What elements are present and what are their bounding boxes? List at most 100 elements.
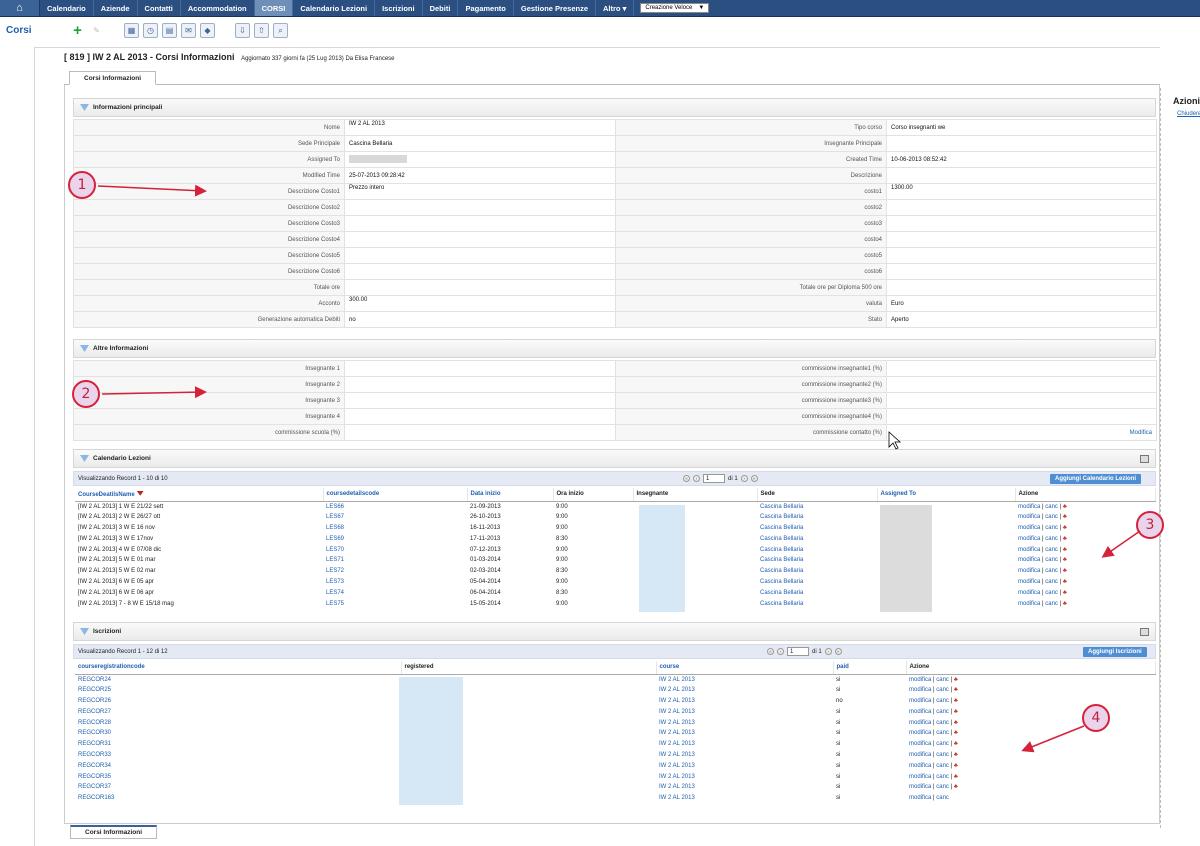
- field-value[interactable]: 300.00: [344, 295, 616, 312]
- edit-link[interactable]: modifica: [1018, 536, 1040, 542]
- enrollments-header[interactable]: Iscrizioni: [73, 622, 1156, 641]
- field-value[interactable]: [886, 199, 1157, 216]
- lessons-header[interactable]: Calendario Lezioni: [73, 449, 1156, 468]
- other-info-header[interactable]: Altre Informazioni: [73, 339, 1156, 358]
- delete-link[interactable]: canc: [1045, 579, 1058, 585]
- page-input[interactable]: 1: [787, 647, 809, 656]
- nav-item-altro[interactable]: Altro ▾: [596, 0, 635, 16]
- field-value[interactable]: [344, 424, 616, 441]
- delete-link[interactable]: canc: [936, 774, 949, 780]
- trash-icon[interactable]: ♣: [1063, 504, 1067, 510]
- nav-item-gestione-presenze[interactable]: Gestione Presenze: [514, 0, 596, 16]
- registration-code-link[interactable]: REGCOR27: [75, 706, 401, 717]
- field-value[interactable]: [886, 392, 1157, 409]
- home-icon[interactable]: ⌂: [0, 0, 40, 16]
- trash-icon[interactable]: ♣: [954, 730, 958, 736]
- nav-item-corsi[interactable]: CORSI: [254, 0, 294, 16]
- lesson-venue-link[interactable]: Cascina Bellaria: [757, 598, 877, 609]
- column-header[interactable]: coursedetailscode: [323, 488, 468, 502]
- trash-icon[interactable]: ♣: [954, 698, 958, 704]
- course-link[interactable]: IW 2 AL 2013: [656, 696, 833, 707]
- nav-item-calendario-lezioni[interactable]: Calendario Lezioni: [293, 0, 376, 16]
- trash-icon[interactable]: ♣: [1063, 557, 1067, 563]
- trash-icon[interactable]: ♣: [954, 763, 958, 769]
- edit-link[interactable]: modifica: [909, 709, 931, 715]
- lesson-code-link[interactable]: LES75: [323, 598, 467, 609]
- calendar-icon[interactable]: ▦: [124, 23, 139, 38]
- edit-link[interactable]: modifica: [909, 741, 931, 747]
- edit-link[interactable]: modifica: [909, 720, 931, 726]
- delete-link[interactable]: canc: [936, 709, 949, 715]
- delete-link[interactable]: canc: [1045, 601, 1058, 607]
- nav-item-accommodation[interactable]: Accommodation: [181, 0, 255, 16]
- field-value[interactable]: [886, 247, 1157, 264]
- registration-code-link[interactable]: REGCOR24: [75, 674, 401, 685]
- trash-icon[interactable]: ♣: [1063, 514, 1067, 520]
- field-value[interactable]: [344, 263, 616, 280]
- find-duplicates-icon[interactable]: ⌕: [273, 23, 288, 38]
- main-info-header[interactable]: Informazioni principali: [73, 98, 1156, 117]
- delete-link[interactable]: canc: [936, 687, 949, 693]
- field-value[interactable]: 25-07-2013 09:28:42: [344, 167, 616, 184]
- add-lesson-button[interactable]: Aggiungi Calendario Lezioni: [1050, 474, 1141, 484]
- nav-item-pagamento[interactable]: Pagamento: [458, 0, 514, 16]
- last-page-icon[interactable]: »: [834, 648, 842, 655]
- edit-link[interactable]: modifica: [1018, 568, 1040, 574]
- trash-icon[interactable]: ♣: [1063, 590, 1067, 596]
- edit-link[interactable]: modifica: [909, 763, 931, 769]
- delete-link[interactable]: canc: [1045, 568, 1058, 574]
- course-link[interactable]: IW 2 AL 2013: [656, 793, 833, 804]
- field-value[interactable]: [886, 167, 1157, 184]
- registration-code-link[interactable]: REGCOR35: [75, 771, 401, 782]
- delete-link[interactable]: canc: [936, 763, 949, 769]
- tab-corsi-informazioni[interactable]: Corsi Informazioni: [69, 71, 157, 85]
- tab-corsi-informazioni-bottom[interactable]: Corsi Informazioni: [70, 825, 158, 839]
- print-icon[interactable]: [1140, 628, 1149, 636]
- course-link[interactable]: IW 2 AL 2013: [656, 739, 833, 750]
- nav-item-debiti[interactable]: Debiti: [423, 0, 459, 16]
- field-value[interactable]: [344, 279, 616, 296]
- add-enrollment-button[interactable]: Aggiungi Iscrizioni: [1083, 647, 1147, 657]
- field-value[interactable]: [886, 376, 1157, 393]
- column-header[interactable]: Data inizio: [467, 488, 554, 502]
- field-value[interactable]: [886, 279, 1157, 296]
- lesson-code-link[interactable]: LES68: [323, 523, 467, 534]
- lesson-code-link[interactable]: LES73: [323, 577, 467, 588]
- field-value[interactable]: [344, 247, 616, 264]
- trash-icon[interactable]: ♣: [954, 774, 958, 780]
- page-input[interactable]: 1: [703, 474, 725, 483]
- trash-icon[interactable]: ♣: [954, 741, 958, 747]
- field-value[interactable]: [344, 376, 616, 393]
- course-link[interactable]: IW 2 AL 2013: [656, 674, 833, 685]
- column-header[interactable]: CourseDeatilsName: [75, 488, 324, 502]
- edit-link[interactable]: modifica: [1018, 504, 1040, 510]
- lesson-code-link[interactable]: LES69: [323, 533, 467, 544]
- field-value[interactable]: [886, 408, 1157, 425]
- field-value[interactable]: [886, 231, 1157, 248]
- trash-icon[interactable]: ♣: [1063, 579, 1067, 585]
- edit-link[interactable]: modifica: [1018, 579, 1040, 585]
- edit-link[interactable]: modifica: [909, 795, 931, 801]
- last-page-icon[interactable]: »: [750, 475, 758, 482]
- field-value[interactable]: [344, 360, 616, 377]
- edit-link[interactable]: modifica: [1018, 525, 1040, 531]
- next-page-icon[interactable]: ›: [740, 475, 748, 482]
- delete-link[interactable]: canc: [1045, 525, 1058, 531]
- trash-icon[interactable]: ♣: [1063, 536, 1067, 542]
- trash-icon[interactable]: ♣: [954, 752, 958, 758]
- field-value[interactable]: [886, 360, 1157, 377]
- registration-code-link[interactable]: REGCOR28: [75, 717, 401, 728]
- next-page-icon[interactable]: ›: [824, 648, 832, 655]
- calculator-icon[interactable]: ▤: [162, 23, 177, 38]
- course-link[interactable]: IW 2 AL 2013: [656, 760, 833, 771]
- delete-link[interactable]: canc: [936, 741, 949, 747]
- field-value[interactable]: [344, 199, 616, 216]
- registration-code-link[interactable]: REGCOR25: [75, 685, 401, 696]
- column-header[interactable]: Assigned To: [877, 488, 1016, 502]
- registration-code-link[interactable]: REGCOR37: [75, 782, 401, 793]
- chat-icon[interactable]: ✉: [181, 23, 196, 38]
- nav-item-contatti[interactable]: Contatti: [138, 0, 181, 16]
- edit-link[interactable]: modifica: [1018, 590, 1040, 596]
- field-value[interactable]: [344, 151, 616, 168]
- edit-link[interactable]: modifica: [909, 677, 931, 683]
